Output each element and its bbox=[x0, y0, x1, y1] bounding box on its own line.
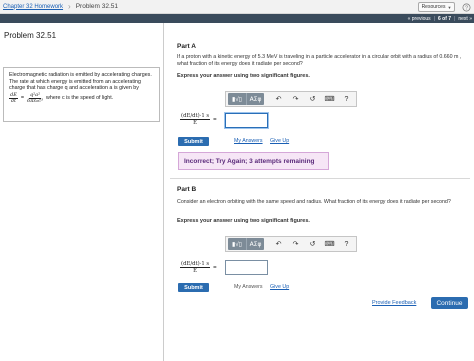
nav-separator: | bbox=[454, 15, 456, 22]
part-a-math-toolbar: ▮√▯ ΑΣφ ↶ ↷ ↺ ⌨ ? bbox=[225, 91, 357, 107]
toolbar-template-group: ▮√▯ ΑΣφ bbox=[228, 238, 264, 250]
part-a-question: If a proton with a kinetic energy of 5.3… bbox=[177, 54, 462, 67]
part-a-answer-label: (dE/dt)·1 s E = bbox=[180, 113, 217, 126]
formula-lhs: dE dt bbox=[9, 92, 18, 104]
answer-equals: = bbox=[213, 116, 217, 123]
breadcrumb-separator-icon: › bbox=[68, 1, 71, 11]
breadcrumb-homework-link[interactable]: Chapter 32 Homework bbox=[3, 4, 63, 10]
undo-icon[interactable]: ↶ bbox=[270, 93, 287, 105]
part-a-feedback-message: Incorrect; Try Again; 3 attempts remaini… bbox=[178, 152, 329, 170]
part-b-my-answers-link[interactable]: My Answers bbox=[234, 284, 263, 290]
formula-rhs-den: 6πε₀c³ bbox=[27, 97, 44, 104]
provide-feedback-link[interactable]: Provide Feedback bbox=[372, 300, 416, 306]
formula-lhs-den: dt bbox=[10, 97, 17, 104]
problem-info-text: Electromagnetic radiation is emitted by … bbox=[9, 72, 152, 92]
part-a-submit-button[interactable]: Submit bbox=[178, 137, 209, 146]
part-a-label: Part A bbox=[177, 43, 196, 50]
answer-fraction-den: E bbox=[193, 120, 198, 126]
redo-icon[interactable]: ↷ bbox=[287, 93, 304, 105]
part-a-answer-input[interactable] bbox=[225, 113, 268, 128]
nav-separator: | bbox=[433, 15, 435, 22]
keyboard-icon[interactable]: ⌨ bbox=[321, 93, 338, 105]
part-a-answer-fraction: (dE/dt)·1 s E bbox=[180, 113, 211, 126]
next-link[interactable]: next » bbox=[458, 16, 472, 22]
problem-info-box: Electromagnetic radiation is emitted by … bbox=[3, 67, 160, 122]
formula-rhs: q²a² 6πε₀c³ bbox=[27, 92, 44, 104]
formula-tail-text: where c is the speed of light. bbox=[46, 94, 114, 101]
toolbar-help-icon[interactable]: ? bbox=[338, 93, 355, 105]
toolbar-help-icon[interactable]: ? bbox=[338, 238, 355, 250]
reset-icon[interactable]: ↺ bbox=[304, 238, 321, 250]
chevron-down-icon: ▼ bbox=[447, 4, 452, 10]
part-b-submit-button[interactable]: Submit bbox=[178, 283, 209, 292]
formula-equals: = bbox=[20, 94, 25, 101]
answer-equals: = bbox=[213, 264, 217, 271]
radiation-formula: dE dt = q²a² 6πε₀c³ where c is the speed… bbox=[9, 92, 154, 104]
resources-dropdown[interactable]: Resources ▼ bbox=[418, 2, 455, 12]
part-b-give-up-link[interactable]: Give Up bbox=[270, 284, 289, 290]
problem-intro-panel: Problem 32.51 Electromagnetic radiation … bbox=[0, 23, 164, 361]
part-b-answer-input[interactable] bbox=[225, 260, 268, 275]
part-b-instruction: Express your answer using two significan… bbox=[177, 218, 310, 224]
symbols-icon[interactable]: ΑΣφ bbox=[247, 238, 264, 250]
breadcrumb-current: Problem 32.51 bbox=[75, 3, 118, 10]
problem-pagination: « previous | 6 of 7 | next » bbox=[408, 14, 472, 23]
part-b-answer-fraction: (dE/dt)·1 s E bbox=[180, 261, 211, 274]
part-a-my-answers-link[interactable]: My Answers bbox=[234, 138, 263, 144]
templates-icon[interactable]: ▮√▯ bbox=[228, 93, 247, 105]
undo-icon[interactable]: ↶ bbox=[270, 238, 287, 250]
answer-fraction-num: (dE/dt)·1 s bbox=[180, 261, 211, 268]
answer-fraction-num: (dE/dt)·1 s bbox=[180, 113, 211, 120]
symbols-icon[interactable]: ΑΣφ bbox=[247, 93, 264, 105]
problem-position: 6 of 7 bbox=[438, 15, 452, 22]
svg-text:?: ? bbox=[465, 5, 468, 11]
part-b-answer-label: (dE/dt)·1 s E = bbox=[180, 261, 217, 274]
part-b-math-toolbar: ▮√▯ ΑΣφ ↶ ↷ ↺ ⌨ ? bbox=[225, 236, 357, 252]
part-a-instruction: Express your answer using two significan… bbox=[177, 73, 310, 79]
answer-fraction-den: E bbox=[193, 268, 198, 274]
continue-button[interactable]: Continue bbox=[431, 297, 468, 309]
breadcrumb: Chapter 32 Homework › Problem 32.51 Reso… bbox=[0, 0, 474, 14]
section-divider bbox=[170, 178, 470, 179]
part-b-label: Part B bbox=[177, 186, 197, 193]
reset-icon[interactable]: ↺ bbox=[304, 93, 321, 105]
keyboard-icon[interactable]: ⌨ bbox=[321, 238, 338, 250]
part-a-give-up-link[interactable]: Give Up bbox=[270, 138, 289, 144]
problem-title: Problem 32.51 bbox=[4, 31, 57, 40]
toolbar-template-group: ▮√▯ ΑΣφ bbox=[228, 93, 264, 105]
problem-nav-bar: « previous | 6 of 7 | next » bbox=[0, 14, 474, 23]
templates-icon[interactable]: ▮√▯ bbox=[228, 238, 247, 250]
resources-label: Resources bbox=[421, 4, 446, 10]
redo-icon[interactable]: ↷ bbox=[287, 238, 304, 250]
part-b-question: Consider an electron orbiting with the s… bbox=[177, 199, 451, 205]
previous-link[interactable]: « previous bbox=[408, 16, 431, 22]
help-icon[interactable]: ? bbox=[461, 2, 471, 12]
